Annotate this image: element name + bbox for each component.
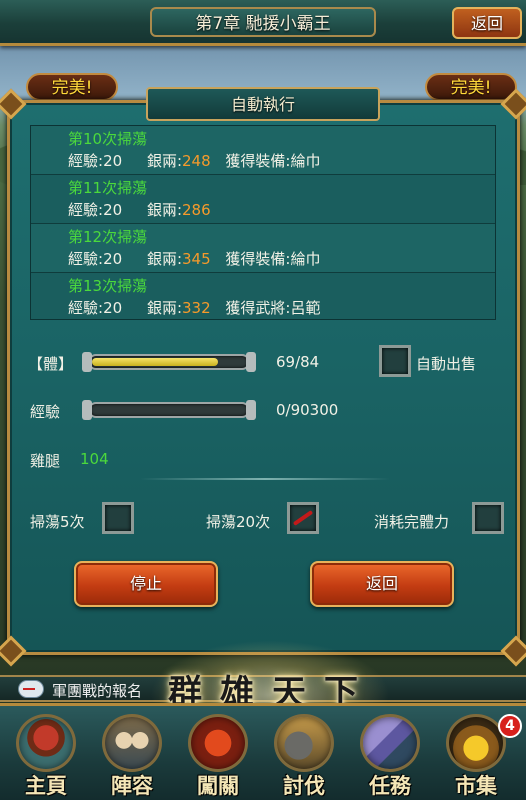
nav-lineup[interactable]: 陣容 — [92, 712, 172, 800]
ticker-text: 軍團戰的報名 — [52, 682, 143, 700]
stamina-bar — [82, 352, 256, 372]
divider — [140, 478, 390, 480]
sweep-5-checkbox[interactable] — [102, 502, 134, 534]
sweep-round-label: 第11次掃蕩 — [68, 179, 148, 197]
chapter-title: 第7章 馳援小霸王 — [150, 7, 376, 37]
army-icon — [274, 714, 334, 772]
sweep-detail: 經驗:20 銀兩:248 獲得裝備:綸巾 — [68, 152, 321, 170]
stamina-bar-fill — [92, 358, 218, 366]
list-item: 第11次掃蕩 經驗:20 銀兩:286 — [31, 175, 495, 224]
exp-bar — [82, 400, 256, 420]
nav-home[interactable]: 主頁 — [6, 712, 86, 800]
consume-stamina-label: 消耗完體力 — [374, 513, 450, 531]
palace-icon — [16, 714, 76, 772]
stamina-label: 【體】 — [28, 355, 74, 373]
top-bar: 第7章 馳援小霸王 返回 — [0, 0, 526, 46]
market-notification-badge: 4 — [498, 714, 522, 738]
perfect-badge-left: 完美! — [26, 73, 118, 101]
chat-bubble-icon[interactable] — [18, 680, 44, 698]
list-item: 第12次掃蕩 經驗:20 銀兩:345 獲得裝備:綸巾 — [31, 224, 495, 273]
bottom-nav: 主頁 陣容 闖關 討伐 任務 市集 — [0, 703, 526, 800]
list-item: 第13次掃蕩 經驗:20 銀兩:332 獲得武將:呂範 — [31, 273, 495, 319]
list-item: 第10次掃蕩 經驗:20 銀兩:248 獲得裝備:綸巾 — [31, 126, 495, 175]
sweep-detail: 經驗:20 銀兩:345 獲得裝備:綸巾 — [68, 250, 321, 268]
generals-icon — [102, 714, 162, 772]
auto-sell-label: 自動出售 — [416, 355, 477, 373]
sweep-round-label: 第13次掃蕩 — [68, 277, 148, 295]
sweep-detail: 經驗:20 銀兩:286 — [68, 201, 211, 219]
scroll-icon — [360, 714, 420, 772]
auto-sell-checkbox[interactable] — [379, 345, 411, 377]
nav-quests[interactable]: 任務 — [350, 712, 430, 800]
battle-icon — [188, 714, 248, 772]
nav-expedition[interactable]: 討伐 — [264, 712, 344, 800]
chicken-label: 雞腿 — [30, 452, 61, 470]
stop-button[interactable]: 停止 — [74, 561, 218, 607]
sweep-round-label: 第10次掃蕩 — [68, 130, 148, 148]
back-button[interactable]: 返回 — [310, 561, 454, 607]
nav-challenge[interactable]: 闖關 — [178, 712, 258, 800]
sweep-20-checkbox[interactable] — [287, 502, 319, 534]
exp-label: 經驗 — [30, 403, 61, 421]
treasure-chest-icon — [446, 714, 506, 772]
dialog-title: 自動執行 — [146, 87, 380, 121]
sweep-5-label: 掃蕩5次 — [30, 513, 85, 531]
exp-value: 0/90300 — [276, 401, 339, 419]
sweep-20-label: 掃蕩20次 — [206, 513, 271, 531]
sweep-log-list[interactable]: 第10次掃蕩 經驗:20 銀兩:248 獲得裝備:綸巾 第11次掃蕩 經驗:20… — [30, 125, 496, 320]
perfect-badge-right: 完美! — [425, 73, 517, 101]
stamina-value: 69/84 — [276, 353, 320, 371]
top-back-button[interactable]: 返回 — [452, 7, 522, 39]
sweep-detail: 經驗:20 銀兩:332 獲得武將:呂範 — [68, 299, 321, 317]
consume-stamina-checkbox[interactable] — [472, 502, 504, 534]
sweep-round-label: 第12次掃蕩 — [68, 228, 148, 246]
chicken-value: 104 — [80, 450, 109, 468]
